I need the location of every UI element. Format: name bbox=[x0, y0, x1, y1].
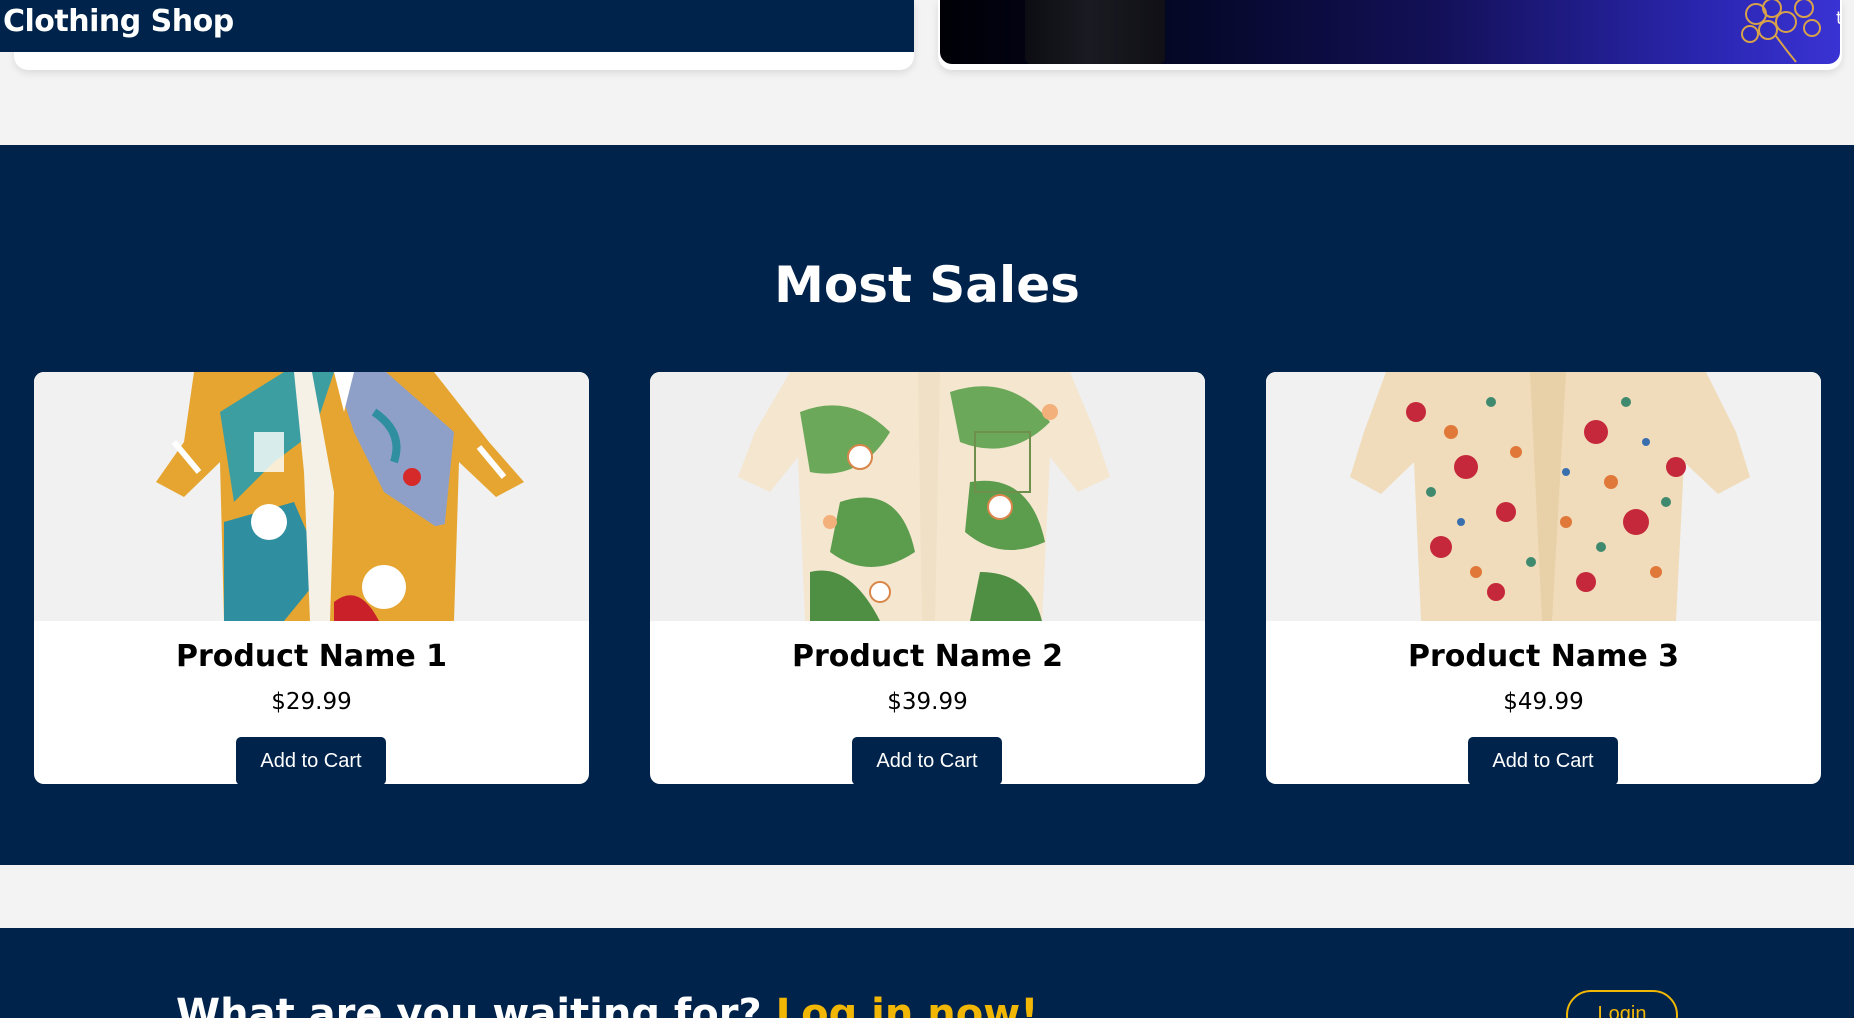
navbar: Clothing Shop bbox=[0, 0, 914, 52]
hero-edge-text: t bbox=[1835, 8, 1840, 29]
login-button[interactable]: Login bbox=[1566, 990, 1678, 1018]
section-title: Most Sales bbox=[774, 256, 1080, 314]
product-image-2[interactable] bbox=[650, 372, 1205, 621]
add-to-cart-button[interactable]: Add to Cart bbox=[852, 737, 1002, 784]
product-name: Product Name 2 bbox=[791, 639, 1064, 674]
cta-highlight[interactable]: Log in now! bbox=[776, 991, 1039, 1018]
product-name: Product Name 3 bbox=[1407, 639, 1680, 674]
login-cta-section: What are you waiting for? Log in now! Lo… bbox=[0, 928, 1854, 1018]
product-card-3[interactable]: Product Name 3 $49.99 Add to Cart bbox=[1266, 372, 1821, 784]
add-to-cart-button[interactable]: Add to Cart bbox=[1468, 737, 1618, 784]
cta-text: What are you waiting for? bbox=[176, 991, 762, 1018]
product-image-1[interactable] bbox=[34, 372, 589, 621]
hero-model-image bbox=[1025, 0, 1165, 64]
brand-title[interactable]: Clothing Shop bbox=[3, 2, 234, 42]
product-name: Product Name 1 bbox=[175, 639, 448, 674]
product-card-1[interactable]: Product Name 1 $29.99 Add to Cart bbox=[34, 372, 589, 784]
most-sales-section: Most Sales Product Name 1 $29.99 Add to … bbox=[0, 145, 1854, 865]
product-price: $29.99 bbox=[271, 689, 352, 715]
product-price: $39.99 bbox=[887, 689, 968, 715]
shirt-image-lily-print-icon bbox=[650, 372, 1205, 621]
product-price: $49.99 bbox=[1503, 689, 1584, 715]
hero-banner: t bbox=[940, 0, 1840, 64]
product-image-3[interactable] bbox=[1266, 372, 1821, 621]
flower-decoration-icon bbox=[1741, 0, 1821, 63]
cta-heading: What are you waiting for? Log in now! bbox=[176, 990, 1038, 1018]
add-to-cart-button[interactable]: Add to Cart bbox=[236, 737, 386, 784]
product-card-2[interactable]: Product Name 2 $39.99 Add to Cart bbox=[650, 372, 1205, 784]
shirt-image-abstract-print-icon bbox=[34, 372, 589, 621]
shirt-image-rose-print-icon bbox=[1266, 372, 1821, 621]
